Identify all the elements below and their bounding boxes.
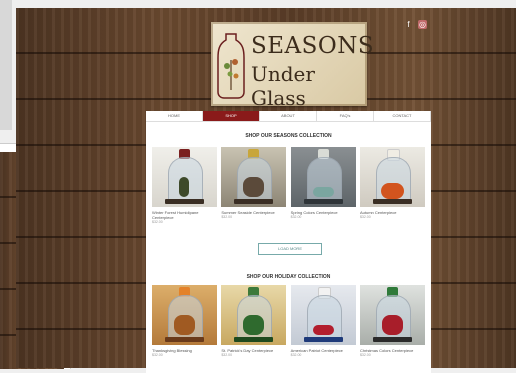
holiday-collection-title: SHOP OUR HOLIDAY COLLECTION bbox=[246, 274, 331, 280]
product-price: $32.00 bbox=[359, 353, 371, 357]
product-image[interactable] bbox=[290, 285, 356, 345]
facebook-icon[interactable]: f bbox=[404, 20, 413, 29]
nav-home[interactable]: HOME bbox=[146, 111, 203, 121]
nav-faqs[interactable]: FAQ's bbox=[317, 111, 374, 121]
product-card[interactable]: Christmas Colors Centerpiece $32.00 bbox=[359, 285, 425, 358]
seasons-under-glass-logo[interactable]: SEASONS Under Glass bbox=[211, 22, 374, 110]
instagram-icon[interactable]: ◎ bbox=[418, 20, 427, 29]
seasons-product-row: Winter Forest Humidipane Centerpiece $32… bbox=[152, 147, 425, 225]
product-price: $32.00 bbox=[221, 215, 233, 219]
background-window-edge bbox=[0, 0, 12, 130]
product-card[interactable]: St. Patrick's Day Centerpiece $32.00 bbox=[221, 285, 287, 358]
logo-text-seasons: SEASONS bbox=[251, 33, 375, 59]
product-price: $32.00 bbox=[359, 215, 371, 219]
product-card[interactable]: Winter Forest Humidipane Centerpiece $32… bbox=[152, 147, 217, 225]
product-price: $32.00 bbox=[221, 353, 233, 357]
main-nav: HOME SHOP ABOUT FAQ's CONTACT bbox=[146, 111, 431, 122]
product-price: $32.00 bbox=[152, 353, 163, 357]
load-more-button[interactable]: LOAD MORE bbox=[258, 243, 322, 255]
product-image[interactable] bbox=[359, 285, 425, 345]
content-panel: HOME SHOP ABOUT FAQ's CONTACT SHOP OUR S… bbox=[146, 111, 431, 373]
product-price: $32.00 bbox=[290, 353, 302, 357]
product-price: $32.00 bbox=[152, 220, 163, 224]
jar-tree-icon bbox=[217, 33, 245, 99]
product-image[interactable] bbox=[221, 147, 287, 207]
holiday-product-row: Thanksgiving Blessing $32.00 St. Patrick… bbox=[152, 285, 425, 358]
product-image[interactable] bbox=[290, 147, 356, 207]
product-card[interactable]: Thanksgiving Blessing $32.00 bbox=[152, 285, 217, 358]
product-card[interactable]: Summer Seaside Centerpiece $32.00 bbox=[221, 147, 287, 225]
website-page: SEASONS Under Glass f ◎ HOME SHOP ABOUT … bbox=[16, 8, 516, 373]
product-image[interactable] bbox=[221, 285, 287, 345]
product-price: $32.00 bbox=[290, 215, 302, 219]
product-card[interactable]: Autumn Centerpiece $32.00 bbox=[359, 147, 425, 225]
product-image[interactable] bbox=[359, 147, 425, 207]
nav-contact[interactable]: CONTACT bbox=[374, 111, 431, 121]
social-links: f ◎ bbox=[404, 20, 427, 29]
product-name[interactable]: Winter Forest Humidipane Centerpiece bbox=[152, 210, 217, 220]
seasons-collection-title: SHOP OUR SEASONS COLLECTION bbox=[245, 133, 332, 139]
product-card[interactable]: Spring Colors Centerpiece $32.00 bbox=[290, 147, 356, 225]
product-card[interactable]: American Patriot Centerpiece $32.00 bbox=[290, 285, 356, 358]
logo-text-under-glass: Under Glass bbox=[251, 62, 315, 110]
nav-about[interactable]: ABOUT bbox=[260, 111, 317, 121]
nav-shop[interactable]: SHOP bbox=[203, 111, 260, 121]
product-image[interactable] bbox=[152, 147, 217, 207]
product-image[interactable] bbox=[152, 285, 217, 345]
